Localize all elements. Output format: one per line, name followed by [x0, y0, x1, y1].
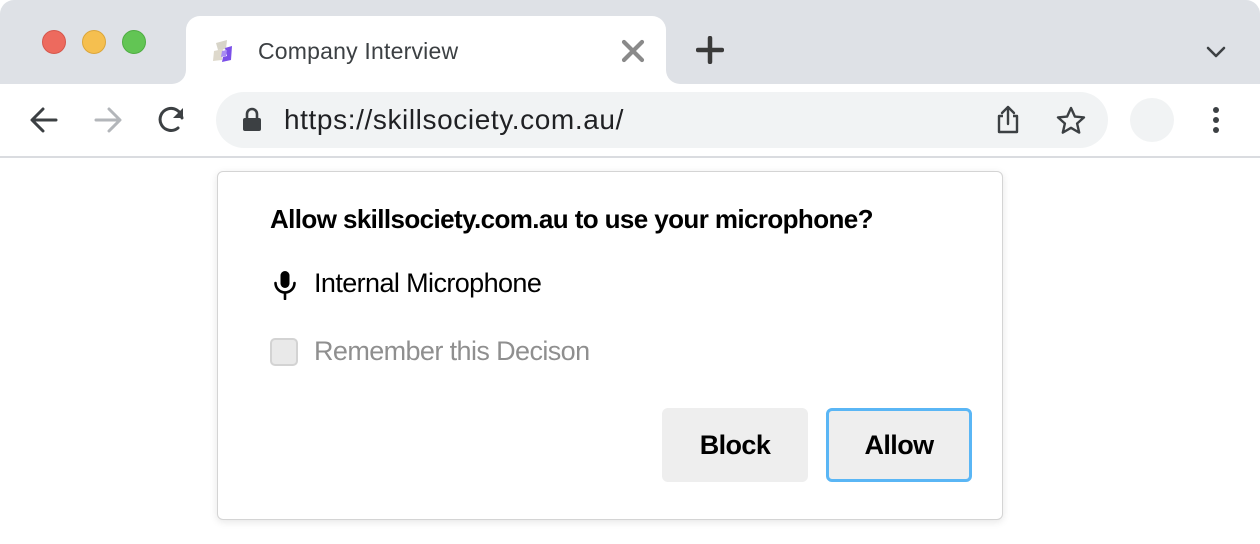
remember-label[interactable]: Remember this Decison: [314, 336, 590, 367]
remember-checkbox[interactable]: [270, 338, 298, 366]
dialog-title: Allow skillsociety.com.au to use your mi…: [270, 204, 874, 234]
profile-avatar[interactable]: [1130, 98, 1174, 142]
browser-window: Company Interview https://skillsociety.c…: [0, 0, 1260, 544]
star-icon[interactable]: [1054, 104, 1088, 138]
window-maximize-button[interactable]: [122, 30, 146, 54]
address-bar[interactable]: https://skillsociety.com.au/: [216, 92, 1108, 148]
reload-icon[interactable]: [156, 104, 188, 136]
close-icon[interactable]: [620, 38, 646, 64]
device-label: Internal Microphone: [314, 268, 542, 298]
arrow-left-icon[interactable]: [28, 104, 60, 136]
browser-toolbar: https://skillsociety.com.au/: [0, 84, 1260, 158]
share-icon[interactable]: [992, 104, 1024, 136]
tab-title: Company Interview: [258, 38, 459, 64]
window-minimize-button[interactable]: [82, 30, 106, 54]
microphone-permission-dialog: Allow skillsociety.com.au to use your mi…: [217, 171, 1003, 520]
microphone-icon: [272, 270, 298, 301]
skillsociety-logo-icon: [210, 38, 236, 64]
more-vertical-icon[interactable]: [1200, 104, 1232, 136]
lock-icon[interactable]: [240, 106, 264, 134]
block-button[interactable]: Block: [662, 408, 808, 482]
tab-strip: Company Interview: [0, 0, 1260, 84]
plus-icon[interactable]: [695, 35, 725, 65]
url-text[interactable]: https://skillsociety.com.au/: [284, 104, 624, 136]
tab-company-interview[interactable]: Company Interview: [186, 16, 666, 84]
window-close-button[interactable]: [42, 30, 66, 54]
allow-button[interactable]: Allow: [826, 408, 972, 482]
arrow-right-icon[interactable]: [92, 104, 124, 136]
chevron-down-icon[interactable]: [1204, 40, 1228, 64]
